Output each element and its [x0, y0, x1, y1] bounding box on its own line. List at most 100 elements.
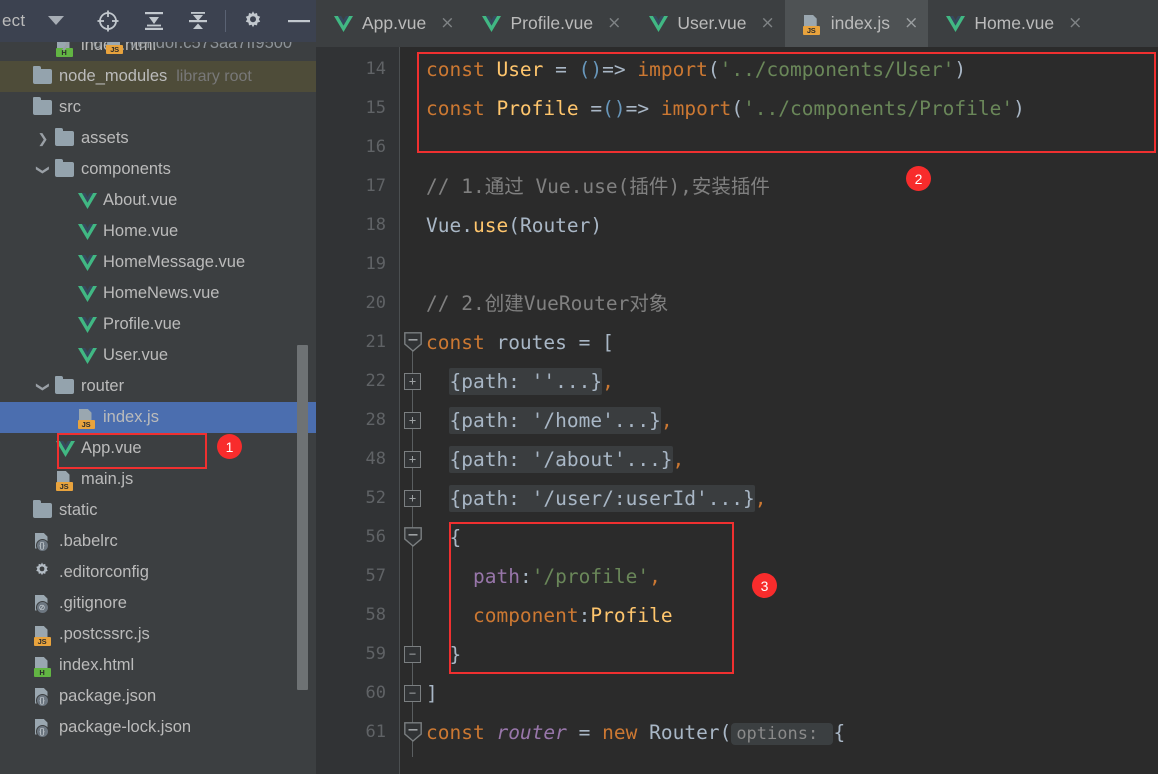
tree-row-home-vue[interactable]: Home.vue [0, 216, 316, 247]
tree-row-about-vue[interactable]: About.vue [0, 185, 316, 216]
gear-file-icon [33, 561, 51, 584]
tree-row-homenews-vue[interactable]: HomeNews.vue [0, 278, 316, 309]
expand-all-icon[interactable] [139, 6, 169, 36]
code-line[interactable]: {path: ''...}, [426, 362, 614, 401]
code-token: : [519, 565, 532, 588]
tree-row-user-vue[interactable]: User.vue [0, 340, 316, 371]
fold-expand-icon[interactable]: + [404, 412, 421, 429]
tab-close-icon[interactable]: × [440, 15, 454, 32]
chevron-down-icon[interactable] [41, 6, 71, 36]
tree-row-main-js[interactable]: JS main.js [0, 464, 316, 495]
tree-row-router[interactable]: ❯ router [0, 371, 316, 402]
line-number: 20 [365, 293, 386, 313]
chevron-right-icon[interactable]: ❯ [34, 131, 52, 147]
tab-profile-vue[interactable]: Profile.vue × [464, 0, 631, 47]
tree-row-profile-vue[interactable]: Profile.vue [0, 309, 316, 340]
tree-row-src[interactable]: src [0, 92, 316, 123]
sidebar-scrollbar[interactable] [297, 345, 308, 690]
editor-gutter[interactable]: 14 15 16 17 18 19 20 21 22 28 48 52 56 57 58 59 60 61 [316, 47, 400, 774]
tree-row-icon [52, 439, 76, 459]
tree-row-icon [52, 159, 76, 180]
line-number: 14 [365, 59, 386, 79]
code-line[interactable]: } [426, 635, 461, 674]
tree-row--babelrc[interactable]: {} .babelrc [0, 526, 316, 557]
code-token: ) [1013, 97, 1025, 120]
code-token: ] [426, 682, 438, 705]
tab-close-icon[interactable]: × [607, 15, 621, 32]
tree-row-index-js[interactable]: JS index.js [0, 402, 316, 433]
code-line[interactable]: // 1.通过 Vue.use(插件),安装插件 [426, 167, 770, 206]
code-line[interactable]: const User = ()=> import('../components/… [426, 50, 966, 89]
folded-code-region[interactable]: {path: '/user/:userId'...} [449, 485, 755, 512]
tab-close-icon[interactable]: × [760, 15, 774, 32]
code-line[interactable]: component:Profile [426, 596, 673, 635]
tree-row-icon [74, 222, 98, 242]
folded-code-region[interactable]: {path: ''...} [449, 368, 603, 395]
fold-expand-icon[interactable]: + [404, 373, 421, 390]
locate-icon[interactable] [93, 6, 123, 36]
tree-row-label: HomeMessage.vue [103, 253, 246, 271]
tree-row-icon [74, 253, 98, 273]
tab-icon [649, 16, 669, 32]
tree-row-label: assets [81, 129, 129, 147]
tab-close-icon[interactable]: × [1068, 15, 1082, 32]
folded-code-region[interactable]: {path: '/about'...} [449, 446, 673, 473]
tree-row-homemessage-vue[interactable]: HomeMessage.vue [0, 247, 316, 278]
tab-home-vue[interactable]: Home.vue × [928, 0, 1092, 47]
tree-row-package-json[interactable]: {} package.json [0, 681, 316, 712]
chevron-down-icon[interactable]: ❯ [35, 378, 51, 396]
fold-collapse-icon[interactable]: − [404, 685, 421, 702]
tree-row--postcssrc-js[interactable]: JS .postcssrc.js [0, 619, 316, 650]
code-line[interactable]: { [426, 518, 461, 557]
tab-app-vue[interactable]: App.vue × [316, 0, 464, 47]
tree-row-index-html[interactable]: Hindex.html [0, 650, 316, 681]
tree-row-assets[interactable]: ❯ assets [0, 123, 316, 154]
tab-index-js[interactable]: JS index.js × [784, 0, 929, 47]
fold-collapse-icon[interactable] [404, 332, 422, 352]
tree-row--gitignore[interactable]: ⊘ .gitignore [0, 588, 316, 619]
tree-row-package-lock-json[interactable]: {} package-lock.json [0, 712, 316, 743]
tree-row-app-vue[interactable]: App.vue [0, 433, 316, 464]
tree-row-components[interactable]: ❯ components [0, 154, 316, 185]
settings-gear-icon[interactable] [238, 6, 268, 36]
fold-marker-column[interactable]: + + + + − − [400, 47, 426, 774]
folded-code-region[interactable]: {path: '/home'...} [449, 407, 661, 434]
fold-collapse-icon[interactable]: − [404, 646, 421, 663]
fold-expand-icon[interactable]: + [404, 451, 421, 468]
code-line[interactable]: const Profile =()=> import('../component… [426, 89, 1025, 128]
tab-user-vue[interactable]: User.vue × [631, 0, 784, 47]
tab-icon [334, 16, 353, 32]
vue-file-icon [334, 16, 353, 32]
file-tree[interactable]: Hindex.html node_modules library root src ❯ a… [0, 30, 316, 774]
tab-close-icon[interactable]: × [904, 15, 918, 32]
code-line[interactable]: Vue.use(Router) [426, 206, 602, 245]
editor-tab-bar[interactable]: App.vue × Profile.vue × User.vue × JS index.js ×… [316, 0, 1158, 47]
code-line[interactable]: ] [426, 674, 438, 713]
code-line[interactable]: {path: '/home'...}, [426, 401, 673, 440]
chevron-down-icon[interactable]: ❯ [35, 161, 51, 179]
code-line[interactable]: const routes = [ [426, 323, 614, 362]
tree-row-label: index.html [59, 656, 135, 674]
code-content[interactable]: const User = ()=> import('../components/… [426, 47, 1158, 774]
code-token: { [426, 526, 462, 549]
code-line[interactable]: // 2.创建VueRouter对象 [426, 284, 668, 323]
fold-collapse-icon[interactable] [404, 722, 422, 742]
line-number: 61 [365, 722, 386, 742]
code-line[interactable]: {path: '/about'...}, [426, 440, 684, 479]
code-line[interactable]: const router = new Router(options: { [426, 713, 845, 752]
code-token: new [602, 721, 650, 744]
tree-row-static[interactable]: static [0, 495, 316, 526]
code-line[interactable]: {path: '/user/:userId'...}, [426, 479, 766, 518]
fold-collapse-icon[interactable] [404, 527, 422, 547]
fold-expand-icon[interactable]: + [404, 490, 421, 507]
tree-row-label: index.js [103, 408, 159, 426]
code-token: const [426, 58, 497, 81]
tab-icon [946, 16, 966, 32]
code-line[interactable]: path:'/profile', [426, 557, 661, 596]
tree-row--editorconfig[interactable]: .editorconfig [0, 557, 316, 588]
tree-row-icon: JS [52, 470, 76, 491]
tree-row-icon [74, 191, 98, 211]
tree-row-node-modules[interactable]: node_modules library root [0, 61, 316, 92]
hide-panel-icon[interactable] [284, 6, 314, 36]
collapse-all-icon[interactable] [183, 6, 213, 36]
